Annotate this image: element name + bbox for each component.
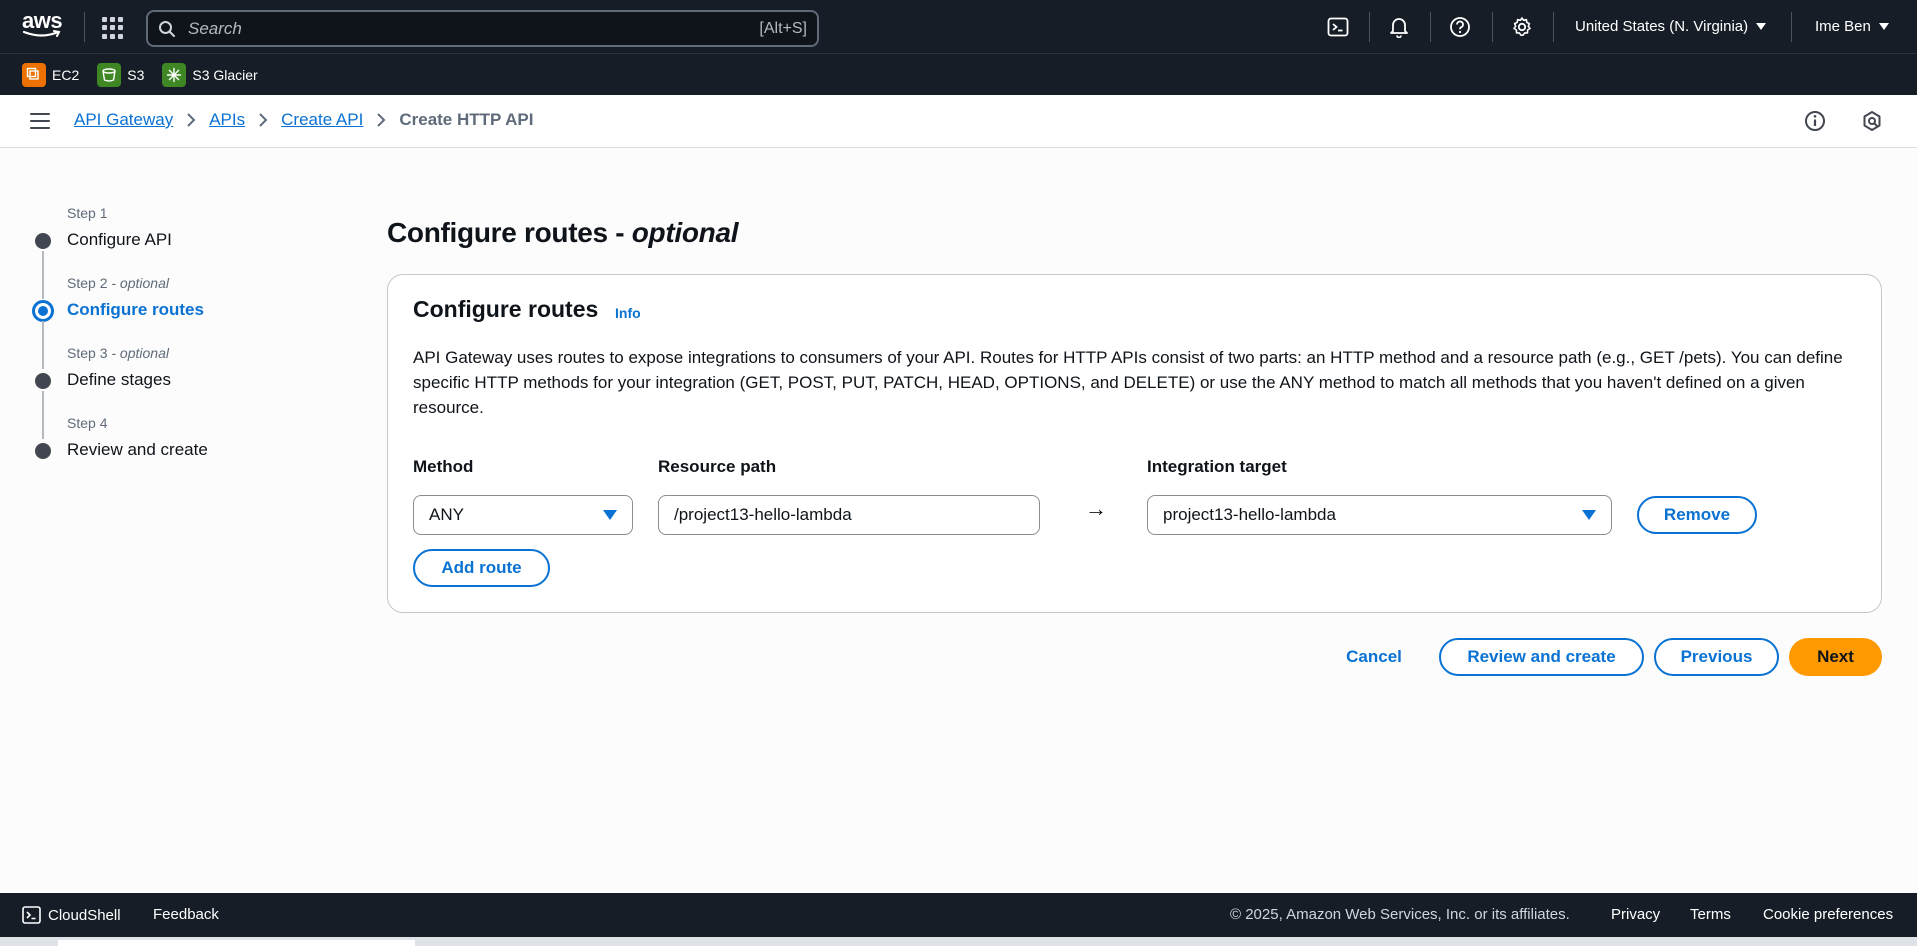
snowflake-icon [162, 62, 187, 87]
favorite-s3-glacier[interactable]: S3 Glacier [162, 62, 258, 87]
favorite-s3[interactable]: S3 [97, 62, 145, 87]
cookie-preferences-link[interactable]: Cookie preferences [1763, 906, 1893, 923]
previous-button[interactable]: Previous [1654, 638, 1779, 676]
favorites-bar: EC2 S3 S3 Glacier [0, 54, 1917, 95]
review-and-create-button[interactable]: Review and create [1439, 638, 1644, 676]
cancel-button[interactable]: Cancel [1334, 638, 1414, 676]
region-selector[interactable]: United States (N. Virginia) [1575, 18, 1767, 35]
divider [1492, 12, 1493, 42]
cloudshell-icon[interactable] [1326, 15, 1350, 39]
caret-down-icon [603, 510, 617, 520]
divider [1553, 12, 1554, 42]
notifications-panel-icon[interactable] [1860, 109, 1884, 133]
search-bar[interactable]: [Alt+S] [146, 10, 819, 47]
privacy-link[interactable]: Privacy [1611, 906, 1660, 923]
step-label-review-and-create[interactable]: Review and create [67, 440, 208, 460]
user-name: Ime Ben [1815, 18, 1871, 35]
ec2-icon [22, 62, 46, 87]
method-label: Method [413, 457, 474, 476]
help-icon[interactable] [1448, 15, 1472, 39]
user-menu[interactable]: Ime Ben [1815, 18, 1889, 35]
breadcrumb: API Gateway APIs Create API Create HTTP … [74, 110, 534, 130]
next-button[interactable]: Next [1789, 638, 1882, 676]
chevron-right-icon [259, 113, 268, 127]
method-select[interactable]: ANY [413, 495, 633, 535]
step-label-define-stages[interactable]: Define stages [67, 370, 171, 390]
method-value: ANY [429, 505, 464, 524]
step-3: Step 3 - optional Define stages [30, 345, 310, 439]
step-dot-active [32, 300, 54, 322]
breadcrumb-bar: API Gateway APIs Create API Create HTTP … [0, 95, 1917, 148]
s3-bucket-icon [97, 62, 122, 87]
services-menu-icon[interactable] [102, 17, 124, 39]
breadcrumb-api-gateway[interactable]: API Gateway [74, 110, 173, 130]
caret-down-icon [1582, 510, 1596, 520]
step-label-configure-api[interactable]: Configure API [67, 230, 172, 250]
arrow-right-icon: → [1085, 496, 1107, 521]
menu-icon[interactable] [30, 112, 50, 130]
caret-down-icon [1756, 23, 1767, 30]
integration-target-value: project13-hello-lambda [1163, 505, 1336, 524]
divider [84, 12, 85, 42]
gear-icon[interactable] [1510, 15, 1534, 39]
tab-fragment [58, 940, 415, 946]
caret-down-icon [1878, 23, 1889, 30]
info-link[interactable]: Info [615, 305, 641, 321]
breadcrumb-create-api[interactable]: Create API [281, 110, 363, 130]
remove-route-button[interactable]: Remove [1637, 496, 1757, 534]
favorite-label: S3 Glacier [192, 66, 258, 83]
favorite-label: S3 [127, 66, 145, 83]
terms-link[interactable]: Terms [1690, 906, 1731, 923]
feedback-link[interactable]: Feedback [153, 906, 219, 923]
divider [1430, 12, 1431, 42]
container-title: Configure routes [413, 296, 599, 322]
step-dot [35, 233, 51, 249]
step-dot [35, 373, 51, 389]
step-1: Step 1 Configure API [30, 205, 310, 299]
page-title: Configure routes - optional [387, 217, 739, 248]
chevron-right-icon [377, 113, 386, 127]
region-label: United States (N. Virginia) [1575, 18, 1749, 35]
step-dot [35, 443, 51, 459]
add-route-button[interactable]: Add route [413, 549, 550, 587]
integration-target-select[interactable]: project13-hello-lambda [1147, 495, 1612, 535]
resource-path-input[interactable] [658, 495, 1040, 535]
step-number: Step 2 - optional [67, 275, 169, 291]
configure-routes-container: Configure routes Info API Gateway uses r… [387, 274, 1882, 613]
aws-logo[interactable]: aws [22, 10, 64, 42]
search-shortcut: [Alt+S] [759, 19, 807, 37]
copyright-text: © 2025, Amazon Web Services, Inc. or its… [1230, 906, 1570, 923]
step-number: Step 1 [67, 205, 108, 221]
search-input[interactable] [188, 18, 760, 39]
breadcrumb-apis[interactable]: APIs [209, 110, 245, 130]
taskbar-strip [0, 937, 1917, 946]
info-icon[interactable] [1803, 109, 1827, 133]
breadcrumb-current: Create HTTP API [399, 110, 534, 129]
integration-target-label: Integration target [1147, 457, 1287, 476]
cloudshell-label: CloudShell [48, 906, 121, 924]
footer: CloudShell Feedback © 2025, Amazon Web S… [0, 893, 1917, 937]
cloudshell-icon [22, 906, 41, 924]
search-icon [159, 20, 175, 37]
chevron-right-icon [187, 113, 196, 127]
step-4: Step 4 Review and create [30, 415, 310, 485]
step-number: Step 4 [67, 415, 108, 431]
container-description: API Gateway uses routes to expose integr… [413, 348, 1843, 417]
cloudshell-button[interactable]: CloudShell [22, 906, 121, 924]
resource-path-label: Resource path [658, 457, 777, 476]
divider [1791, 12, 1792, 42]
top-navigation: aws [Alt+S] United States (N. Virginia) [0, 0, 1917, 54]
step-label-configure-routes: Configure routes [67, 300, 204, 319]
divider [1369, 12, 1370, 42]
bell-icon[interactable] [1387, 15, 1411, 39]
favorite-label: EC2 [52, 66, 80, 83]
aws-smile-icon [22, 30, 61, 37]
wizard-steps: Step 1 Configure API Step 2 - optional C… [30, 205, 310, 485]
step-2: Step 2 - optional Configure routes [30, 275, 310, 369]
favorite-ec2[interactable]: EC2 [22, 62, 80, 87]
step-number: Step 3 - optional [67, 345, 169, 361]
aws-logo-text: aws [22, 8, 63, 33]
